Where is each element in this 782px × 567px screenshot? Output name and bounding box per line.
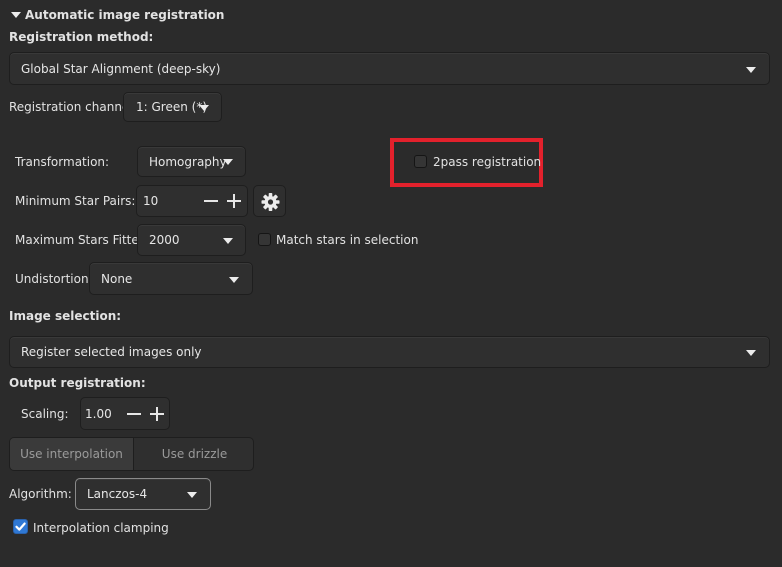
max-stars-label: Maximum Stars Fitted: bbox=[15, 233, 151, 247]
registration-channel-dropdown[interactable]: 1: Green (*) bbox=[123, 92, 222, 122]
image-selection-label: Image selection: bbox=[9, 309, 122, 323]
image-selection-value: Register selected images only bbox=[21, 345, 202, 359]
algorithm-dropdown[interactable]: Lanczos-4 bbox=[75, 478, 211, 510]
max-stars-dropdown[interactable]: 2000 bbox=[137, 224, 246, 256]
transformation-dropdown[interactable]: Homography bbox=[137, 146, 246, 177]
min-star-pairs-value[interactable]: 10 bbox=[143, 194, 158, 208]
chevron-down-icon bbox=[746, 350, 756, 356]
chevron-down-icon bbox=[223, 159, 233, 165]
tab-use-interpolation[interactable]: Use interpolation bbox=[10, 438, 133, 470]
undistortion-label: Undistortion: bbox=[15, 272, 93, 286]
chevron-down-icon bbox=[223, 238, 233, 244]
minus-icon[interactable] bbox=[201, 190, 223, 212]
undistortion-dropdown[interactable]: None bbox=[89, 262, 253, 295]
registration-channel-label: Registration channel: bbox=[9, 100, 137, 114]
tab-use-drizzle[interactable]: Use drizzle bbox=[134, 438, 253, 470]
image-selection-dropdown[interactable]: Register selected images only bbox=[9, 336, 770, 368]
checkmark-icon bbox=[15, 522, 26, 531]
chevron-down-icon bbox=[187, 492, 197, 498]
expander-arrow-icon[interactable] bbox=[11, 12, 21, 18]
minus-icon[interactable] bbox=[124, 403, 146, 425]
scaling-label: Scaling: bbox=[21, 407, 69, 421]
chevron-down-icon bbox=[746, 67, 756, 73]
algorithm-value: Lanczos-4 bbox=[87, 487, 148, 501]
tab-use-drizzle-label: Use drizzle bbox=[161, 447, 228, 461]
scaling-value[interactable]: 1.00 bbox=[85, 407, 112, 421]
plus-icon[interactable] bbox=[224, 190, 246, 212]
registration-channel-value: 1: Green (*) bbox=[136, 100, 208, 114]
star-settings-button[interactable] bbox=[253, 185, 286, 217]
min-star-pairs-spinner[interactable]: 10 bbox=[136, 185, 248, 217]
plus-icon[interactable] bbox=[147, 403, 169, 425]
clamping-label[interactable]: Interpolation clamping bbox=[33, 520, 169, 536]
max-stars-value: 2000 bbox=[149, 233, 180, 247]
chevron-down-icon bbox=[229, 277, 239, 283]
registration-method-label: Registration method: bbox=[9, 30, 154, 44]
registration-method-value: Global Star Alignment (deep-sky) bbox=[21, 61, 221, 76]
tab-use-interpolation-label: Use interpolation bbox=[20, 447, 123, 461]
transformation-value: Homography bbox=[149, 154, 227, 169]
match-stars-checkbox[interactable] bbox=[258, 233, 271, 246]
undistortion-value: None bbox=[101, 271, 133, 286]
output-mode-toggle[interactable]: Use interpolation Use drizzle bbox=[9, 437, 254, 471]
clamping-checkbox[interactable] bbox=[13, 519, 28, 534]
two-pass-checkbox[interactable] bbox=[414, 155, 427, 168]
transformation-label: Transformation: bbox=[15, 155, 110, 169]
registration-method-dropdown[interactable]: Global Star Alignment (deep-sky) bbox=[9, 52, 770, 85]
scaling-spinner[interactable]: 1.00 bbox=[80, 397, 170, 430]
chevron-down-icon bbox=[199, 105, 209, 111]
output-registration-label: Output registration: bbox=[9, 376, 146, 390]
gear-icon bbox=[261, 193, 280, 211]
two-pass-label[interactable]: 2pass registration bbox=[433, 154, 541, 170]
section-title[interactable]: Automatic image registration bbox=[25, 7, 224, 23]
match-stars-label[interactable]: Match stars in selection bbox=[276, 232, 418, 248]
algorithm-label: Algorithm: bbox=[9, 487, 72, 501]
min-star-pairs-label: Minimum Star Pairs: bbox=[15, 194, 136, 208]
